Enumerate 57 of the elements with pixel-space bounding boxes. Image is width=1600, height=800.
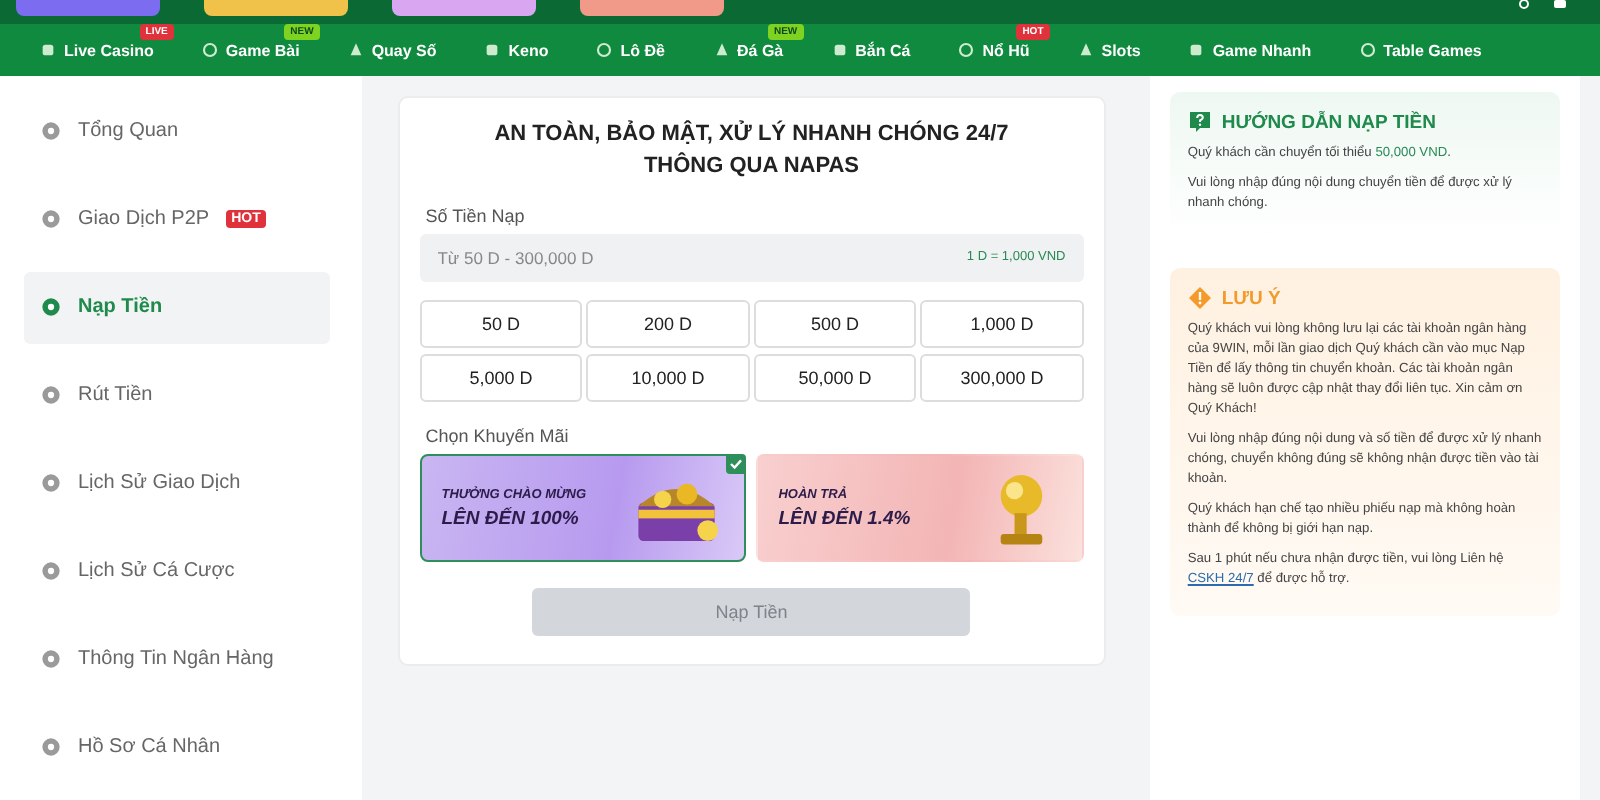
promo-headline: LÊN ĐẾN 1.4% [778, 507, 911, 529]
amount-button[interactable]: 200 D [586, 300, 750, 348]
amount-button[interactable]: 10,000 D [586, 354, 750, 402]
menu-icon [40, 560, 62, 583]
amount-button[interactable]: 50 D [419, 300, 583, 348]
sidebar-item[interactable]: Rút Tiền [24, 360, 330, 431]
nav-tab[interactable]: Slots [1077, 41, 1161, 59]
game-icon [713, 42, 729, 58]
amount-button[interactable]: 1,000 D [920, 300, 1084, 348]
sidebar-item[interactable]: Hồ Sơ Cá Nhân [24, 712, 330, 783]
nav-tab[interactable]: Quay Số [347, 41, 457, 59]
warning-icon [1187, 286, 1212, 310]
nav-tab[interactable]: Nổ Hũ [958, 41, 1050, 59]
game-icon [40, 42, 56, 58]
game-icon [1077, 42, 1094, 58]
menu-icon [40, 384, 62, 407]
game-icon [347, 42, 364, 58]
promo-label: Chọn Khuyến Mãi [425, 426, 571, 446]
menu-icon [40, 648, 62, 671]
notice-title: LƯU Ý [1221, 287, 1281, 309]
sidebar-item[interactable]: Thông Tin Ngân Hàng [24, 624, 330, 695]
sidebar-item[interactable]: Tổng Quan [24, 96, 330, 167]
nav-tab[interactable]: Game Nhanh [1188, 41, 1332, 59]
game-icon [596, 42, 613, 58]
game-icon [831, 42, 848, 58]
nav-tab[interactable]: Table Games [1359, 41, 1502, 59]
nav-tab[interactable]: Đá Gà [713, 41, 804, 59]
menu-icon [40, 296, 62, 319]
search-icon[interactable] [1516, 0, 1532, 12]
menu-icon [40, 736, 62, 759]
nav-tab[interactable]: Lô Đề [596, 41, 685, 59]
deposit-title: AN TOÀN, BẢO MẬT, XỬ LÝ NHANH CHÓNG 24/7 THÔNG QUA NAPAS [492, 118, 1011, 182]
nav-tab[interactable]: Live Casino [40, 41, 174, 59]
help-icon [1187, 110, 1212, 134]
amount-button[interactable]: 50,000 D [753, 354, 917, 402]
nav-tab[interactable]: Keno [484, 41, 569, 59]
amount-button[interactable]: 500 D [753, 300, 917, 348]
sidebar-item[interactable]: Lịch Sử Giao Dịch [24, 448, 330, 519]
game-icon [484, 42, 501, 58]
amount-label: Số Tiền Nạp [425, 206, 527, 226]
game-icon [1188, 42, 1205, 58]
nav-tab[interactable]: Game Bài [201, 41, 320, 59]
user-icon[interactable] [1552, 0, 1568, 12]
game-icon [1359, 42, 1376, 58]
check-icon [726, 454, 747, 474]
sidebar-item[interactable]: Lịch Sử Cá Cược [24, 536, 330, 607]
promo-headline: LÊN ĐẾN 100% [441, 507, 581, 529]
menu-icon [40, 120, 62, 143]
game-icon [958, 42, 975, 58]
menu-icon [40, 472, 62, 495]
amount-button[interactable]: 5,000 D [419, 354, 583, 402]
sidebar-item[interactable]: Nạp Tiền [24, 272, 330, 343]
amount-button[interactable]: 300,000 D [920, 354, 1084, 402]
nav-tab[interactable]: Bắn Cá [831, 41, 931, 59]
game-icon [201, 42, 218, 58]
guide-title: HƯỚNG DẪN NẠP TIỀN [1221, 111, 1436, 133]
menu-icon [40, 208, 62, 231]
